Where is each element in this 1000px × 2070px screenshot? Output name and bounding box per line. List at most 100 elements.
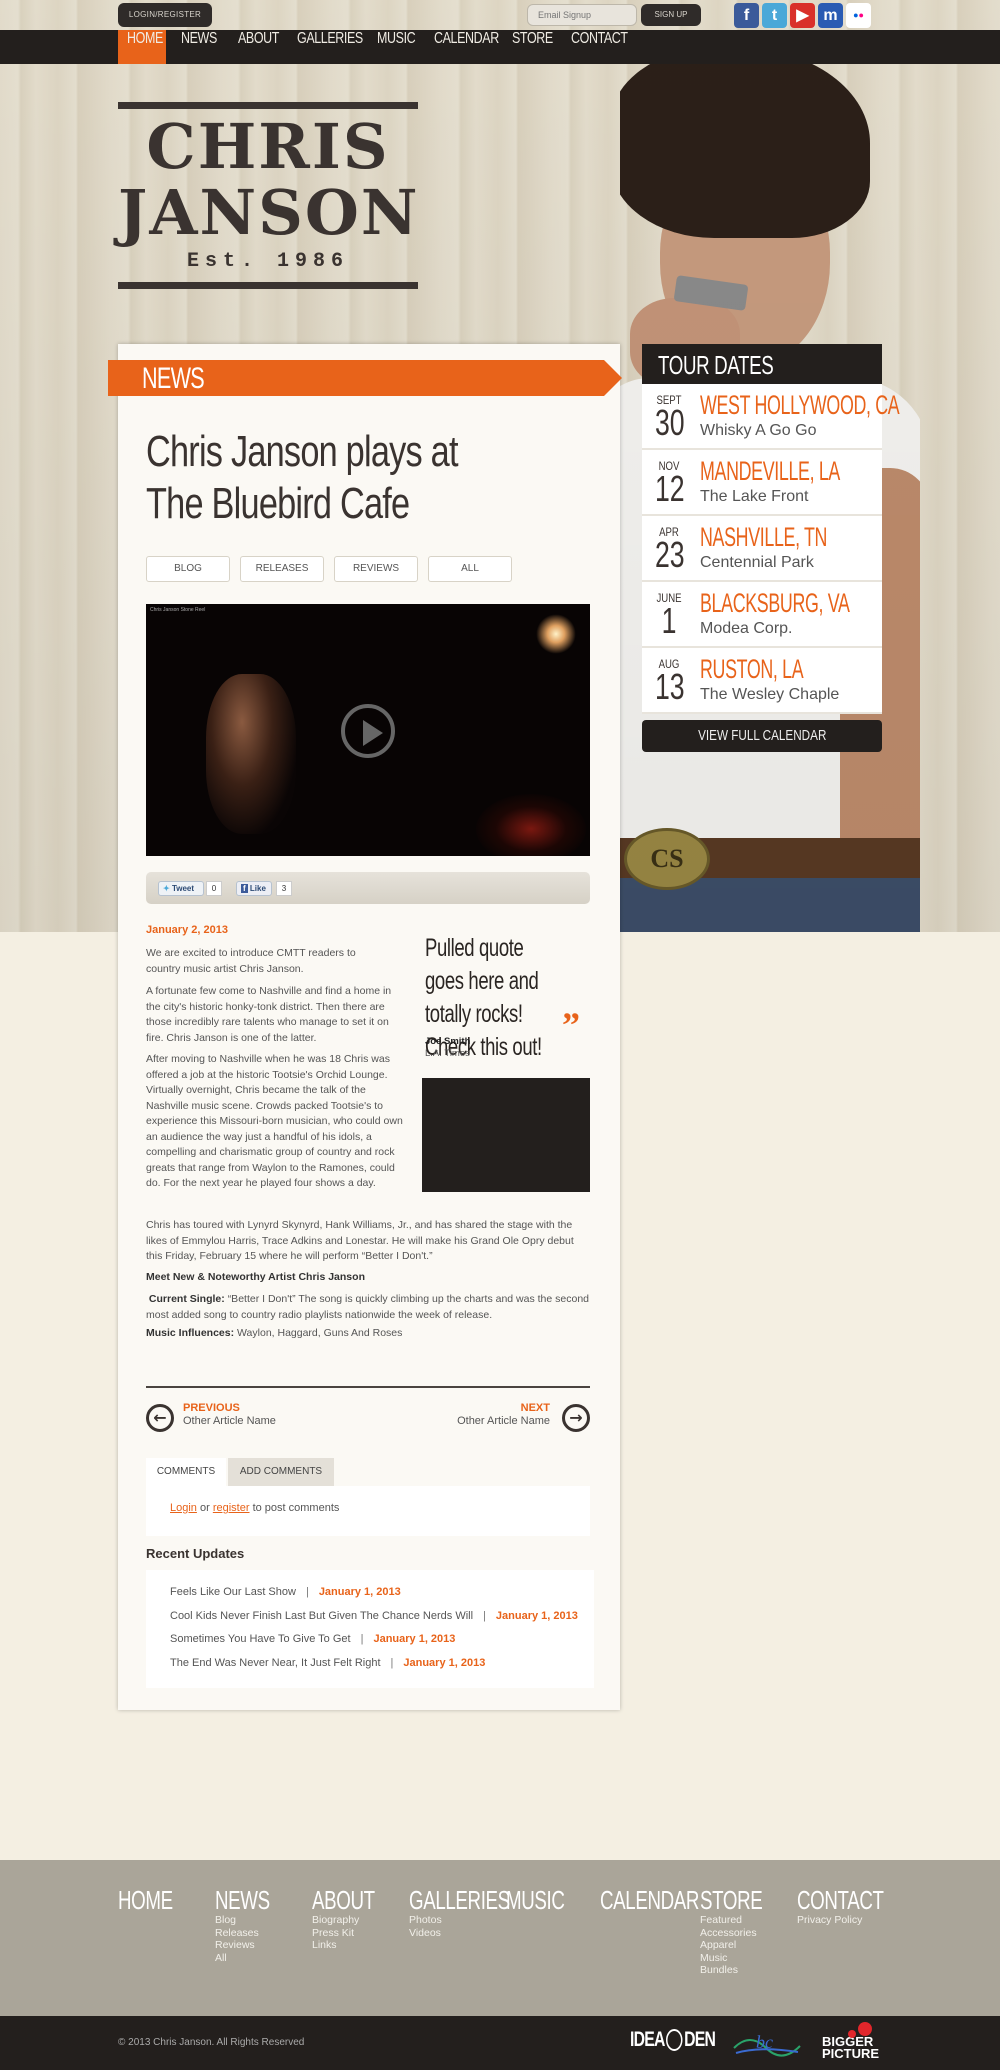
footer-link[interactable]: Photos bbox=[409, 1914, 549, 1927]
footer-heading[interactable]: GALLERIES bbox=[409, 1886, 510, 1914]
tour-city: BLACKSBURG, VA bbox=[700, 588, 850, 618]
flickr-icon[interactable]: ●● bbox=[846, 3, 871, 28]
video-player[interactable]: Chris Janson Stone Reel bbox=[146, 604, 590, 856]
article-paragraph: A fortunate few come to Nashville and fi… bbox=[146, 985, 392, 1044]
login-register-button[interactable]: LOGIN/REGISTER bbox=[118, 3, 212, 27]
previous-article-name[interactable]: Other Article Name bbox=[183, 1415, 276, 1427]
recent-update-item[interactable]: Cool Kids Never Finish Last But Given Th… bbox=[170, 1610, 578, 1622]
footer-link[interactable]: Reviews bbox=[215, 1939, 291, 1952]
tab-comments[interactable]: COMMENTS bbox=[146, 1458, 226, 1486]
stage-glow bbox=[476, 794, 586, 856]
nav-galleries[interactable]: GALLERIES bbox=[297, 30, 363, 64]
footer-heading[interactable]: CONTACT bbox=[797, 1886, 884, 1914]
footer-column: CONTACT Privacy Policy bbox=[797, 1886, 917, 1927]
nav-contact[interactable]: CONTACT bbox=[571, 30, 628, 64]
footer-link[interactable]: Releases bbox=[215, 1927, 291, 1940]
recent-update-item[interactable]: The End Was Never Near, It Just Felt Rig… bbox=[170, 1657, 485, 1669]
footer-heading[interactable]: CALENDAR bbox=[600, 1886, 699, 1914]
tour-date-row[interactable]: JUNE 1 BLACKSBURG, VA Modea Corp. bbox=[642, 582, 882, 648]
nav-home[interactable]: HOME bbox=[127, 30, 163, 64]
like-button[interactable]: f Like bbox=[236, 881, 272, 896]
recent-update-date: January 1, 2013 bbox=[403, 1656, 486, 1669]
footer-column: HOME bbox=[118, 1886, 194, 1914]
tour-day: 12 bbox=[654, 468, 685, 509]
recent-update-date: January 1, 2013 bbox=[495, 1609, 578, 1622]
tour-day: 30 bbox=[654, 402, 685, 443]
footer-link[interactable]: Bundles bbox=[700, 1964, 787, 1977]
tour-dates-header: TOUR DATES bbox=[642, 344, 882, 384]
footer-heading[interactable]: STORE bbox=[700, 1886, 763, 1914]
nav-store[interactable]: STORE bbox=[512, 30, 553, 64]
tweet-label: Tweet bbox=[171, 884, 195, 893]
tour-date-row[interactable]: SEPT 30 WEST HOLLYWOOD, CA Whisky A Go Go bbox=[642, 384, 900, 450]
twitter-icon[interactable]: t bbox=[762, 3, 787, 28]
idea-den-logo[interactable]: IDEA DEN bbox=[630, 2028, 716, 2052]
comment-post-text: to post comments bbox=[252, 1502, 340, 1514]
bc-logo[interactable]: bc bbox=[730, 2026, 804, 2060]
register-link[interactable]: register bbox=[213, 1502, 250, 1514]
youtube-icon[interactable]: ▶ bbox=[790, 3, 815, 28]
nav-calendar[interactable]: CALENDAR bbox=[434, 30, 499, 64]
footer-link[interactable]: Blog bbox=[215, 1914, 291, 1927]
footer-link[interactable]: Links bbox=[312, 1939, 399, 1952]
previous-arrow-icon[interactable]: ← bbox=[146, 1404, 174, 1432]
recent-update-title[interactable]: Cool Kids Never Finish Last But Given Th… bbox=[170, 1610, 473, 1622]
next-article-name[interactable]: Other Article Name bbox=[440, 1415, 550, 1427]
footer-heading[interactable]: HOME bbox=[118, 1886, 173, 1914]
previous-link[interactable]: PREVIOUS bbox=[183, 1402, 240, 1414]
footer-link[interactable]: Videos bbox=[409, 1927, 549, 1940]
recent-update-date: January 1, 2013 bbox=[373, 1633, 456, 1645]
signup-button[interactable]: SIGN UP bbox=[641, 4, 701, 26]
filter-reviews-button[interactable]: REVIEWS bbox=[334, 556, 418, 582]
myspace-icon[interactable]: m bbox=[818, 3, 843, 28]
tweet-button[interactable]: ✦ Tweet bbox=[158, 881, 204, 896]
footer-column: NEWS Blog Releases Reviews All bbox=[215, 1886, 291, 1964]
filter-all-button[interactable]: ALL bbox=[428, 556, 512, 582]
tab-add-comments[interactable]: ADD COMMENTS bbox=[228, 1458, 334, 1486]
footer-heading[interactable]: MUSIC bbox=[506, 1886, 565, 1914]
bigger-picture-logo[interactable]: BIGGER PICTURE bbox=[822, 2022, 880, 2061]
media-placeholder bbox=[422, 1078, 590, 1192]
site-logo[interactable]: CHRIS JANSON Est. 1986 bbox=[118, 102, 418, 292]
article-headline: Chris Janson plays at The Bluebird Cafe bbox=[146, 426, 489, 530]
nav-news[interactable]: NEWS bbox=[181, 30, 217, 64]
next-link[interactable]: NEXT bbox=[490, 1402, 550, 1414]
filter-blog-button[interactable]: BLOG bbox=[146, 556, 230, 582]
logo-last-name: JANSON bbox=[118, 176, 420, 249]
nav-music[interactable]: MUSIC bbox=[377, 30, 416, 64]
recent-update-title[interactable]: Feels Like Our Last Show bbox=[170, 1586, 296, 1598]
footer-heading[interactable]: ABOUT bbox=[312, 1886, 375, 1914]
tour-date-row[interactable]: NOV 12 MANDEVILLE, LA The Lake Front bbox=[642, 450, 882, 516]
recent-update-date: January 1, 2013 bbox=[318, 1586, 401, 1598]
bigger-picture-line-2: PICTURE bbox=[822, 2046, 880, 2061]
idea-den-logo-right: DEN bbox=[684, 2028, 716, 2051]
tour-date-row[interactable]: APR 23 NASHVILLE, TN Centennial Park bbox=[642, 516, 882, 582]
next-arrow-icon[interactable]: → bbox=[562, 1404, 590, 1432]
recent-update-title[interactable]: The End Was Never Near, It Just Felt Rig… bbox=[170, 1657, 381, 1669]
footer-link[interactable]: Music bbox=[700, 1952, 787, 1965]
login-link[interactable]: Login bbox=[170, 1502, 197, 1514]
filter-releases-button[interactable]: RELEASES bbox=[240, 556, 324, 582]
facebook-icon[interactable]: f bbox=[734, 3, 759, 28]
nav-about[interactable]: ABOUT bbox=[238, 30, 279, 64]
recent-update-item[interactable]: Sometimes You Have To Give To Get | Januar… bbox=[170, 1633, 455, 1645]
footer-link[interactable]: Accessories bbox=[700, 1927, 787, 1940]
footer-link[interactable]: Privacy Policy bbox=[797, 1914, 917, 1927]
recent-update-item[interactable]: Feels Like Our Last Show | January 1, 2013 bbox=[170, 1586, 401, 1598]
stage-light bbox=[536, 614, 576, 654]
recent-update-title[interactable]: Sometimes You Have To Give To Get bbox=[170, 1633, 351, 1645]
footer-link[interactable]: Apparel bbox=[700, 1939, 787, 1952]
footer-link[interactable]: All bbox=[215, 1952, 291, 1965]
footer-link[interactable]: Press Kit bbox=[312, 1927, 399, 1940]
music-influences-text: Waylon, Haggard, Guns And Roses bbox=[237, 1327, 403, 1339]
email-signup-input[interactable] bbox=[527, 4, 637, 26]
view-full-calendar-button[interactable]: VIEW FULL CALENDAR bbox=[642, 720, 882, 752]
tour-day: 13 bbox=[654, 666, 685, 707]
recent-updates-list: Feels Like Our Last Show | January 1, 2013… bbox=[146, 1570, 594, 1688]
footer-heading[interactable]: NEWS bbox=[215, 1886, 270, 1914]
play-icon[interactable] bbox=[341, 704, 395, 758]
footer-link[interactable]: Featured bbox=[700, 1914, 787, 1927]
quote-author: Joe Smith bbox=[425, 1036, 471, 1047]
footer-link[interactable]: Biography bbox=[312, 1914, 399, 1927]
tour-date-row[interactable]: AUG 13 RUSTON, LA The Wesley Chaple bbox=[642, 648, 882, 714]
